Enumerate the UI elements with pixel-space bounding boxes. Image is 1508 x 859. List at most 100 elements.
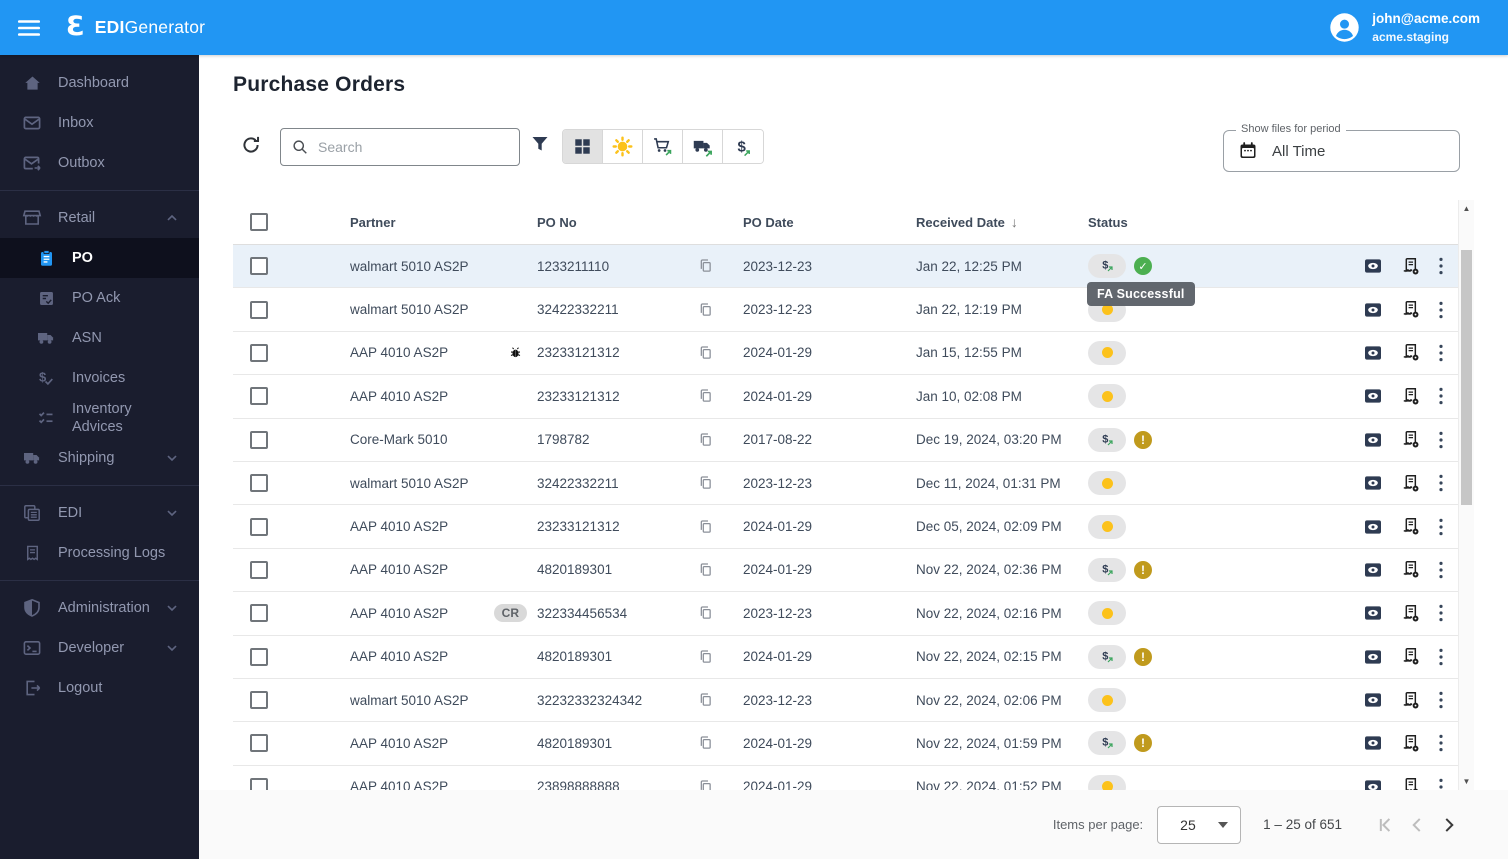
table-row[interactable]: AAP 4010 AS2P 23898888888 2024-01-29 Nov 22…: [233, 766, 1474, 790]
scroll-down-icon[interactable]: ▼: [1459, 777, 1474, 786]
table-row[interactable]: Core-Mark 5010 1798782 2017-08-22 Dec 19, 2…: [233, 419, 1474, 462]
sidebar-item-dashboard[interactable]: Dashboard: [0, 63, 199, 103]
row-menu-kebab-icon[interactable]: [1438, 603, 1444, 623]
scrollbar-thumb[interactable]: [1461, 250, 1472, 505]
row-checkbox[interactable]: [250, 387, 268, 406]
table-row[interactable]: AAP 4010 AS2P 23233121312 2024-01-29 Jan 15…: [233, 332, 1474, 376]
vertical-scrollbar[interactable]: ▲ ▼: [1458, 200, 1474, 790]
sidebar-item-inbox[interactable]: Inbox: [0, 103, 199, 143]
view-button-truck-export[interactable]: [683, 130, 723, 163]
row-menu-kebab-icon[interactable]: [1438, 300, 1444, 320]
first-page-button[interactable]: [1372, 812, 1398, 838]
table-row[interactable]: AAP 4010 AS2P 23233121312 2024-01-29 Dec 05…: [233, 505, 1474, 549]
row-checkbox[interactable]: [250, 300, 268, 319]
row-menu-kebab-icon[interactable]: [1438, 560, 1444, 580]
row-menu-kebab-icon[interactable]: [1438, 343, 1444, 363]
view-button-grid-view[interactable]: [563, 130, 603, 163]
scroll-up-icon[interactable]: ▲: [1459, 204, 1474, 213]
row-checkbox[interactable]: [250, 777, 268, 790]
column-header-received-date[interactable]: Received Date ↓: [916, 214, 1088, 230]
receipt-gear-icon[interactable]: [1400, 646, 1421, 667]
row-menu-kebab-icon[interactable]: [1438, 777, 1444, 790]
row-checkbox[interactable]: [250, 560, 268, 579]
sidebar-item-po[interactable]: PO: [0, 238, 199, 278]
view-button-dollar-export[interactable]: $: [723, 130, 763, 163]
table-row[interactable]: AAP 4010 AS2P 4820189301 2024-01-29 Nov 22,…: [233, 636, 1474, 679]
table-row[interactable]: AAP 4010 AS2P 4820189301 2024-01-29 Nov 22,…: [233, 549, 1474, 593]
receipt-gear-icon[interactable]: [1400, 690, 1421, 711]
table-row[interactable]: AAP 4010 AS2P CR 322334456534 2023-12-23 Nov…: [233, 592, 1474, 636]
row-checkbox[interactable]: [250, 517, 268, 536]
receipt-gear-icon[interactable]: [1400, 299, 1421, 320]
search-input[interactable]: [318, 139, 509, 155]
row-menu-kebab-icon[interactable]: [1438, 733, 1444, 753]
copy-icon[interactable]: [697, 474, 715, 492]
row-checkbox[interactable]: [250, 474, 268, 493]
user-menu[interactable]: john@acme.com acme.staging: [1329, 10, 1480, 44]
row-menu-kebab-icon[interactable]: [1438, 517, 1444, 537]
preview-eye-icon[interactable]: [1363, 690, 1383, 710]
sidebar-item-administration[interactable]: Administration: [0, 588, 199, 628]
filter-icon[interactable]: [530, 134, 550, 154]
receipt-gear-icon[interactable]: [1400, 256, 1421, 277]
preview-eye-icon[interactable]: [1363, 300, 1383, 320]
receipt-gear-icon[interactable]: [1400, 386, 1421, 407]
receipt-gear-icon[interactable]: [1400, 603, 1421, 624]
receipt-gear-icon[interactable]: [1400, 342, 1421, 363]
preview-eye-icon[interactable]: [1363, 647, 1383, 667]
table-row[interactable]: AAP 4010 AS2P 4820189301 2024-01-29 Nov 22,…: [233, 722, 1474, 766]
row-menu-kebab-icon[interactable]: [1438, 386, 1444, 406]
table-row[interactable]: walmart 5010 AS2P 1233211110 2023-12-23 Jan…: [233, 245, 1474, 289]
copy-icon[interactable]: [697, 604, 715, 622]
copy-icon[interactable]: [697, 691, 715, 709]
copy-icon[interactable]: [697, 648, 715, 666]
row-menu-kebab-icon[interactable]: [1438, 473, 1444, 493]
sidebar-item-edi[interactable]: EDI: [0, 493, 199, 533]
preview-eye-icon[interactable]: [1363, 560, 1383, 580]
copy-icon[interactable]: [697, 344, 715, 362]
column-header-status[interactable]: Status: [1088, 215, 1278, 230]
sidebar-item-processing-logs[interactable]: Processing Logs: [0, 533, 199, 573]
sidebar-item-invoices[interactable]: $ Invoices: [0, 358, 199, 398]
sidebar-item-shipping[interactable]: Shipping: [0, 438, 199, 478]
sidebar-item-developer[interactable]: Developer: [0, 628, 199, 668]
preview-eye-icon[interactable]: [1363, 430, 1383, 450]
view-button-sun[interactable]: [603, 130, 643, 163]
table-row[interactable]: walmart 5010 AS2P 32422332211 2023-12-23 Ja…: [233, 288, 1474, 332]
row-menu-kebab-icon[interactable]: [1438, 647, 1444, 667]
sidebar-item-retail[interactable]: Retail: [0, 198, 199, 238]
copy-icon[interactable]: [697, 387, 715, 405]
preview-eye-icon[interactable]: [1363, 256, 1383, 276]
column-header-po-no[interactable]: PO No: [537, 215, 697, 230]
row-menu-kebab-icon[interactable]: [1438, 690, 1444, 710]
sidebar-item-logout[interactable]: Logout: [0, 668, 199, 708]
row-checkbox[interactable]: [250, 343, 268, 362]
sidebar-item-outbox[interactable]: Outbox: [0, 143, 199, 183]
preview-eye-icon[interactable]: [1363, 777, 1383, 790]
next-page-button[interactable]: [1436, 812, 1462, 838]
receipt-gear-icon[interactable]: [1400, 516, 1421, 537]
preview-eye-icon[interactable]: [1363, 343, 1383, 363]
row-checkbox[interactable]: [250, 647, 268, 666]
preview-eye-icon[interactable]: [1363, 386, 1383, 406]
table-row[interactable]: walmart 5010 AS2P 32232332324342 2023-12-2…: [233, 679, 1474, 723]
items-per-page-select[interactable]: 25: [1157, 805, 1242, 844]
preview-eye-icon[interactable]: [1363, 733, 1383, 753]
receipt-gear-icon[interactable]: [1400, 559, 1421, 580]
preview-eye-icon[interactable]: [1363, 517, 1383, 537]
table-row[interactable]: walmart 5010 AS2P 32422332211 2023-12-23 De…: [233, 462, 1474, 506]
copy-icon[interactable]: [697, 431, 715, 449]
receipt-gear-icon[interactable]: [1400, 733, 1421, 754]
row-checkbox[interactable]: [250, 430, 268, 449]
menu-toggle-icon[interactable]: [16, 15, 42, 41]
row-menu-kebab-icon[interactable]: [1438, 430, 1444, 450]
table-row[interactable]: AAP 4010 AS2P 23233121312 2024-01-29 Jan 10…: [233, 375, 1474, 419]
receipt-gear-icon[interactable]: [1400, 473, 1421, 494]
receipt-gear-icon[interactable]: [1400, 776, 1421, 790]
refresh-button[interactable]: [240, 134, 262, 156]
period-filter[interactable]: Show files for period All Time: [1223, 123, 1460, 172]
sidebar-item-inventory-advices[interactable]: Inventory Advices: [0, 398, 199, 438]
copy-icon[interactable]: [697, 734, 715, 752]
copy-icon[interactable]: [697, 257, 715, 275]
previous-page-button[interactable]: [1404, 812, 1430, 838]
